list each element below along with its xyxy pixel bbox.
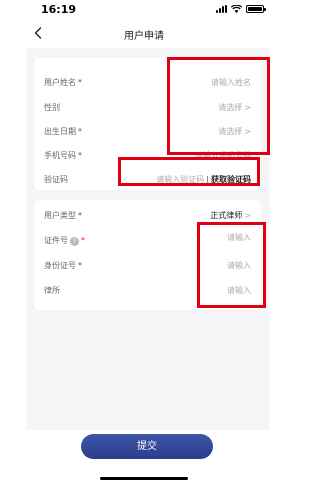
- chevron-right-icon: >: [244, 127, 251, 136]
- id-number-label: 身份证号: [44, 261, 76, 270]
- user-type-label: 用户类型: [44, 211, 76, 220]
- verify-code-row[interactable]: 验证码 请输入验证码 | 获取验证码: [34, 169, 261, 189]
- user-type-row[interactable]: 用户类型 * 正式律师 >: [34, 205, 261, 225]
- birthdate-row[interactable]: 出生日期 * 请选择 >: [34, 121, 261, 141]
- law-firm-input[interactable]: 请输入: [227, 285, 251, 296]
- separator: |: [206, 175, 209, 184]
- required-mark: *: [78, 127, 82, 136]
- account-info-card: 用户类型 * 正式律师 > 证件号? * 请输入 身份证号 * 请输入 律所 请输入: [34, 200, 261, 310]
- basic-info-card: 用户姓名 * 请输入姓名 性别 请选择 > 出生日期 * 请选择 > 手机号码 * 请输入…: [34, 58, 261, 190]
- wifi-icon: [231, 5, 242, 13]
- id-number-input[interactable]: 请输入: [227, 260, 251, 271]
- required-mark: *: [78, 211, 82, 220]
- page-title: 用户申请: [124, 31, 164, 42]
- help-icon[interactable]: ?: [70, 237, 79, 246]
- gender-row[interactable]: 性别 请选择 >: [34, 97, 261, 117]
- verify-code-label: 验证码: [44, 175, 68, 184]
- status-icons: [216, 5, 266, 13]
- nav-bar: 用户申请: [0, 22, 288, 48]
- battery-icon: [246, 5, 266, 13]
- status-time: 16:19: [41, 3, 77, 16]
- chevron-right-icon: >: [244, 103, 251, 112]
- certificate-row[interactable]: 证件号? * 请输入: [34, 230, 261, 250]
- required-mark: *: [78, 151, 82, 160]
- gender-select[interactable]: 请选择: [218, 103, 242, 112]
- name-input[interactable]: 请输入姓名: [211, 77, 251, 88]
- law-firm-row[interactable]: 律所 请输入: [34, 280, 261, 300]
- law-firm-label: 律所: [44, 286, 60, 295]
- birthdate-select[interactable]: 请选择: [218, 127, 242, 136]
- gender-label: 性别: [44, 103, 60, 112]
- required-mark: *: [78, 261, 82, 270]
- phone-input[interactable]: 请输入手机号码: [195, 150, 251, 161]
- birthdate-label: 出生日期: [44, 127, 76, 136]
- submit-button[interactable]: 提交: [81, 434, 213, 459]
- form-container: 用户姓名 * 请输入姓名 性别 请选择 > 出生日期 * 请选择 > 手机号码 * 请输入…: [26, 48, 269, 430]
- name-label: 用户姓名: [44, 78, 76, 87]
- get-code-button[interactable]: 获取验证码: [211, 175, 251, 184]
- required-mark: *: [81, 236, 85, 245]
- required-mark: *: [78, 78, 82, 87]
- id-number-row[interactable]: 身份证号 * 请输入: [34, 255, 261, 275]
- phone-row[interactable]: 手机号码 * 请输入手机号码: [34, 145, 261, 165]
- user-type-select[interactable]: 正式律师: [210, 211, 242, 220]
- verify-code-input[interactable]: 请输入验证码: [156, 175, 204, 184]
- chevron-right-icon: >: [244, 211, 251, 220]
- home-indicator: [100, 477, 188, 480]
- certificate-label: 证件号: [44, 236, 68, 245]
- name-row[interactable]: 用户姓名 * 请输入姓名: [34, 72, 261, 92]
- status-bar: 16:19: [0, 0, 288, 22]
- certificate-input[interactable]: 请输入: [227, 232, 251, 243]
- phone-label: 手机号码: [44, 151, 76, 160]
- signal-icon: [216, 5, 227, 13]
